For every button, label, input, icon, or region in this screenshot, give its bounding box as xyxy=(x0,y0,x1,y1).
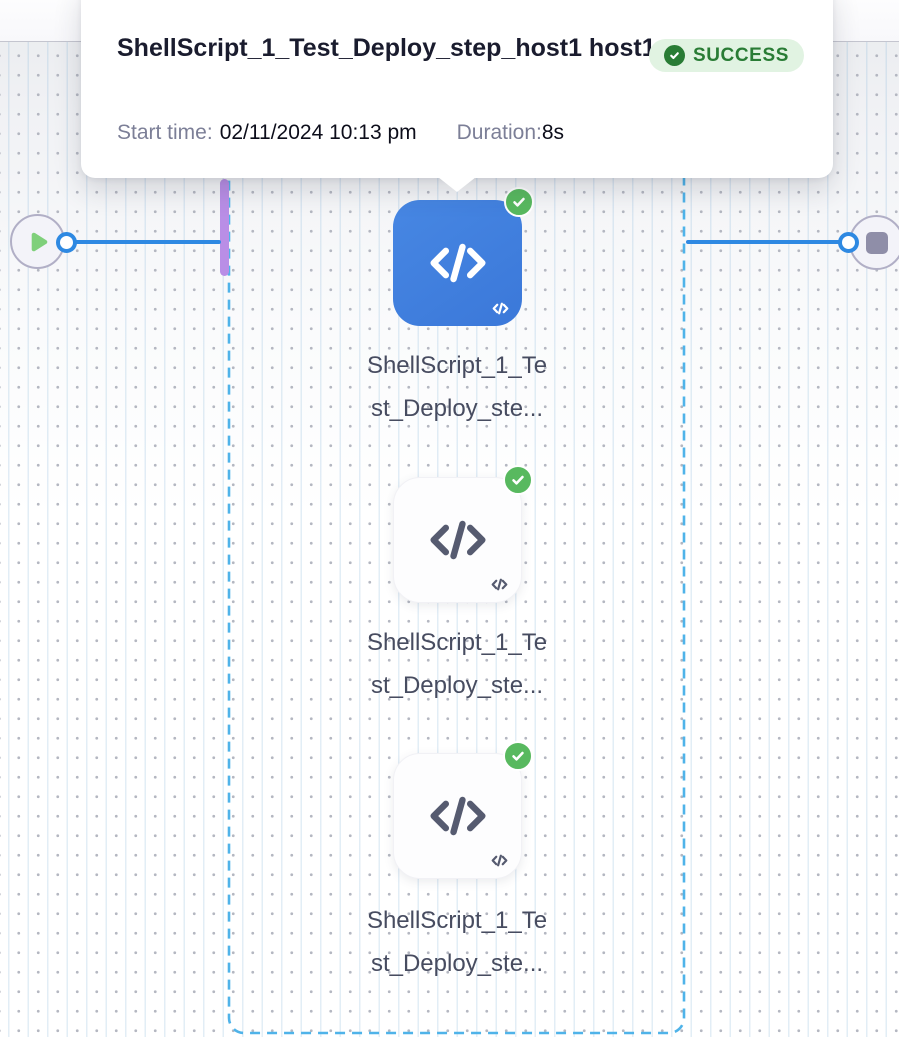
duration-label: Duration: xyxy=(457,121,542,145)
pipeline-execution-canvas: ShellScript_1_Te st_Deploy_ste... ShellS… xyxy=(0,0,899,1037)
step-label: ShellScript_1_Te st_Deploy_ste... xyxy=(322,899,592,985)
edge-stage-to-end xyxy=(686,240,848,244)
duration-value: 8s xyxy=(542,121,564,145)
step-label-line2: st_Deploy_ste... xyxy=(322,942,592,985)
step-node-shellscript-1[interactable] xyxy=(393,200,522,326)
step-label-line1: ShellScript_1_Te xyxy=(322,621,592,664)
code-icon xyxy=(490,300,511,317)
play-icon xyxy=(23,227,53,257)
code-icon xyxy=(489,852,510,869)
start-node-out-port xyxy=(56,232,77,253)
stop-icon xyxy=(866,232,888,254)
start-time-label: Start time: xyxy=(117,121,213,145)
step-details-tooltip: ShellScript_1_Test_Deploy_step_host1 hos… xyxy=(81,0,833,178)
step-label: ShellScript_1_Te st_Deploy_ste... xyxy=(322,621,592,707)
start-time-value: 02/11/2024 10:13 pm xyxy=(220,121,417,145)
code-icon xyxy=(489,576,510,593)
step-label-line1: ShellScript_1_Te xyxy=(322,899,592,942)
success-check-icon xyxy=(504,187,534,217)
step-label-line2: st_Deploy_ste... xyxy=(322,664,592,707)
code-icon xyxy=(426,784,490,848)
tooltip-meta-row: Start time: 02/11/2024 10:13 pm Duration… xyxy=(117,121,564,145)
code-icon xyxy=(426,231,490,295)
step-node-shellscript-3[interactable] xyxy=(393,753,522,879)
step-label-line2: st_Deploy_ste... xyxy=(322,387,592,430)
success-check-icon xyxy=(503,741,533,771)
selected-stage-indicator-bar xyxy=(220,179,229,276)
success-check-icon xyxy=(503,465,533,495)
success-check-icon xyxy=(664,45,685,66)
step-label: ShellScript_1_Te st_Deploy_ste... xyxy=(322,344,592,430)
edge-start-to-stage xyxy=(74,240,221,244)
status-badge: SUCCESS xyxy=(649,39,804,72)
status-badge-label: SUCCESS xyxy=(693,45,789,67)
code-icon xyxy=(426,508,490,572)
step-label-line1: ShellScript_1_Te xyxy=(322,344,592,387)
tooltip-caret xyxy=(438,177,476,192)
step-node-shellscript-2[interactable] xyxy=(393,477,522,603)
tooltip-step-title: ShellScript_1_Test_Deploy_step_host1 hos… xyxy=(117,26,656,71)
end-node-in-port xyxy=(838,232,859,253)
